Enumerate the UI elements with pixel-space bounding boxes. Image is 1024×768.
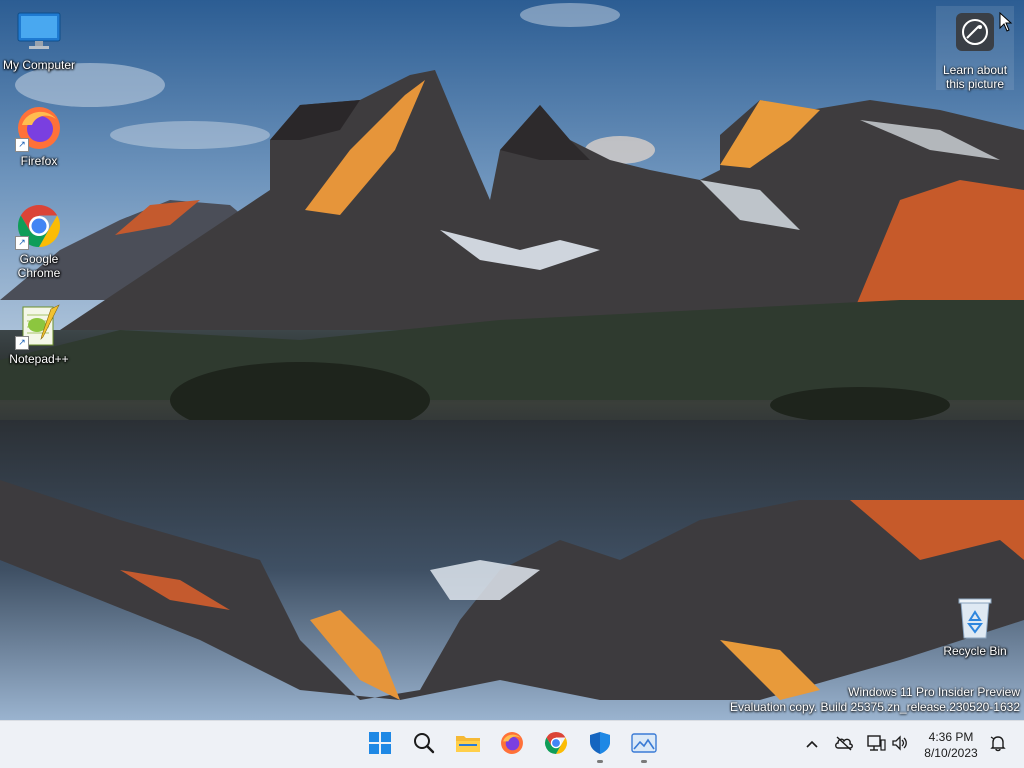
tray-notifications-button[interactable] (986, 731, 1010, 759)
shortcut-arrow-icon: ↗ (15, 236, 29, 250)
shield-icon (589, 731, 611, 760)
taskbar: 4:36 PM 8/10/2023 (0, 720, 1024, 768)
watermark-line-1: Windows 11 Pro Insider Preview (848, 685, 1020, 699)
tray-show-hidden-icons-button[interactable] (800, 731, 824, 759)
desktop: My Computer ↗ Firefox ↗ Google Chrome ↗ … (0, 0, 1024, 720)
chevron-up-icon (805, 736, 819, 754)
notification-bell-icon (989, 734, 1007, 757)
clock-date: 8/10/2023 (924, 746, 978, 760)
taskbar-search-button[interactable] (404, 725, 444, 765)
clock-time: 4:36 PM (928, 730, 974, 744)
shortcut-arrow-icon: ↗ (15, 138, 29, 152)
volume-icon (891, 734, 909, 756)
desktop-icon-label: Firefox (20, 154, 58, 168)
mouse-pointer-icon (999, 12, 1013, 32)
cloud-offline-icon (834, 735, 854, 756)
windows-start-icon (369, 731, 391, 759)
desktop-icon-label: Notepad++ (9, 352, 69, 366)
taskbar-chrome-button[interactable] (536, 725, 576, 765)
tray-network-button[interactable] (864, 731, 888, 759)
running-indicator (597, 760, 603, 763)
evaluation-watermark: Windows 11 Pro Insider Preview Evaluatio… (730, 685, 1020, 715)
camera-info-icon (955, 12, 995, 57)
watermark-line-2: Evaluation copy. Build 25375.zn_release.… (730, 700, 1020, 714)
taskbar-windows-security-button[interactable] (580, 725, 620, 765)
shortcut-arrow-icon: ↗ (15, 336, 29, 350)
desktop-icon-label: Recycle Bin (943, 644, 1007, 658)
tray-onedrive-button[interactable] (832, 731, 856, 759)
firefox-icon: ↗ (15, 104, 63, 152)
search-icon (413, 732, 435, 759)
taskbar-start-button[interactable] (360, 725, 400, 765)
recycle-bin-icon (951, 594, 999, 642)
desktop-icon-label: My Computer (2, 58, 76, 72)
firefox-icon (500, 731, 524, 760)
tray-volume-button[interactable] (888, 731, 912, 759)
desktop-icon-my-computer[interactable]: My Computer (0, 8, 78, 72)
photos-icon (631, 732, 657, 759)
folder-icon (455, 732, 481, 759)
desktop-icon-firefox[interactable]: ↗ Firefox (0, 104, 78, 168)
chrome-icon: ↗ (15, 202, 63, 250)
desktop-icon-google-chrome[interactable]: ↗ Google Chrome (0, 202, 78, 280)
desktop-icon-recycle-bin[interactable]: Recycle Bin (936, 594, 1014, 658)
taskbar-firefox-button[interactable] (492, 725, 532, 765)
monitor-icon (15, 8, 63, 56)
notepad-plus-plus-icon: ↗ (15, 302, 63, 350)
taskbar-file-explorer-button[interactable] (448, 725, 488, 765)
desktop-icon-label: Google Chrome (17, 252, 61, 280)
desktop-icon-notepad-plus-plus[interactable]: ↗ Notepad++ (0, 302, 78, 366)
network-icon (866, 734, 886, 757)
learn-about-picture-label: Learn about this picture (942, 63, 1008, 91)
taskbar-clock[interactable]: 4:36 PM 8/10/2023 (918, 729, 984, 761)
chrome-icon (544, 731, 568, 760)
running-indicator (641, 760, 647, 763)
wallpaper-mountain-lake (0, 0, 1024, 720)
taskbar-photos-button[interactable] (624, 725, 664, 765)
